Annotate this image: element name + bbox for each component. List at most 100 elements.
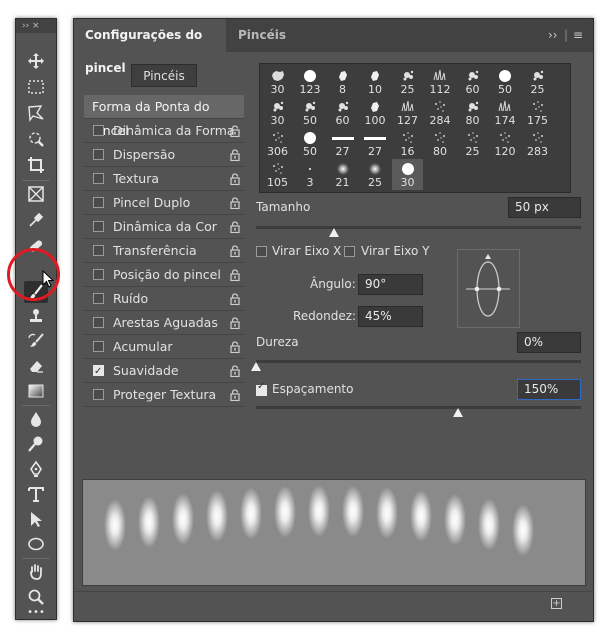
blur-tool-icon[interactable] bbox=[24, 408, 48, 430]
brush-preset-dots-icon[interactable]: 306 bbox=[262, 128, 293, 159]
clone-stamp-tool-icon[interactable] bbox=[24, 305, 48, 327]
size-slider-thumb[interactable] bbox=[329, 228, 339, 237]
spacing-checkbox[interactable] bbox=[256, 381, 267, 396]
brush-option-checkbox[interactable] bbox=[93, 125, 104, 136]
brush-preset-rough-icon[interactable]: 30 bbox=[262, 66, 293, 97]
brush-preset-round-selected-icon[interactable]: 30 bbox=[392, 159, 423, 190]
brush-option-item[interactable]: Posição do pincel bbox=[84, 263, 244, 287]
brush-option-item[interactable]: Arestas Aguadas bbox=[84, 311, 244, 335]
path-selection-tool-icon[interactable] bbox=[24, 508, 48, 530]
brush-preset-dots-icon[interactable]: 283 bbox=[522, 128, 553, 159]
frame-tool-icon[interactable] bbox=[24, 183, 48, 205]
brush-preset-splatter-icon[interactable]: 25 bbox=[392, 66, 423, 97]
brush-preset-soft-icon[interactable]: 25 bbox=[360, 159, 391, 190]
lasso-tool-icon[interactable] bbox=[24, 102, 48, 124]
brush-option-item[interactable]: Textura bbox=[84, 167, 244, 191]
brush-option-checkbox[interactable] bbox=[93, 317, 104, 328]
panel-collapse-icon[interactable]: ›› bbox=[548, 19, 558, 52]
size-slider-track[interactable] bbox=[256, 226, 581, 229]
lock-icon[interactable] bbox=[230, 221, 240, 233]
brush-option-item[interactable]: Dinâmica da Cor bbox=[84, 215, 244, 239]
brush-option-checkbox[interactable] bbox=[93, 269, 104, 280]
move-tool-icon[interactable] bbox=[24, 50, 48, 72]
tab-brushes[interactable]: Pincéis bbox=[238, 19, 286, 52]
spot-healing-tool-icon[interactable] bbox=[24, 235, 48, 257]
flip-y-checkbox[interactable] bbox=[344, 246, 355, 257]
brush-option-checkbox[interactable] bbox=[93, 197, 104, 208]
brush-option-item[interactable]: Forma da Ponta do Pincel bbox=[84, 95, 244, 138]
flip-x-checkbox[interactable] bbox=[256, 246, 267, 257]
hardness-slider-thumb[interactable] bbox=[251, 362, 261, 371]
brush-preset-round-icon[interactable]: 50 bbox=[295, 128, 326, 159]
brush-preset-splatter-icon[interactable]: 50 bbox=[295, 97, 326, 128]
lock-icon[interactable] bbox=[230, 125, 240, 137]
hand-tool-icon[interactable] bbox=[24, 561, 48, 583]
brush-preset-grass-icon[interactable]: 127 bbox=[392, 97, 423, 128]
brush-option-item[interactable]: Pincel Duplo bbox=[84, 191, 244, 215]
brush-preset-dots-icon[interactable]: 25 bbox=[457, 128, 488, 159]
brush-preset-splatter-icon[interactable]: 80 bbox=[457, 97, 488, 128]
lock-icon[interactable] bbox=[230, 245, 240, 257]
panel-menu-icon[interactable]: ≡ bbox=[573, 19, 583, 52]
new-brush-icon[interactable]: + bbox=[551, 598, 562, 609]
brush-preset-dots-icon[interactable]: 105 bbox=[262, 159, 293, 190]
eyedropper-tool-icon[interactable] bbox=[24, 209, 48, 231]
brush-preset-splatter-icon[interactable]: 60 bbox=[327, 97, 358, 128]
lock-icon[interactable] bbox=[230, 365, 240, 377]
brush-option-checkbox[interactable] bbox=[93, 149, 104, 160]
brush-preset-dots-icon[interactable]: 16 bbox=[392, 128, 423, 159]
brush-option-checkbox[interactable] bbox=[93, 221, 104, 232]
brush-preset-splat-icon[interactable]: 8 bbox=[327, 66, 358, 97]
brush-preset-grass-icon[interactable]: 112 bbox=[425, 66, 456, 97]
brush-preset-splat-icon[interactable]: 10 bbox=[360, 66, 391, 97]
brush-preset-dots-icon[interactable]: 120 bbox=[490, 128, 521, 159]
brush-preset-dots-icon[interactable]: 80 bbox=[425, 128, 456, 159]
brush-option-item[interactable]: Dinâmica da Forma bbox=[84, 119, 244, 143]
hardness-slider-track[interactable] bbox=[256, 360, 581, 363]
brush-preset-dots-icon[interactable]: 284 bbox=[425, 97, 456, 128]
brush-preset-tiny-icon[interactable]: 3 bbox=[295, 159, 326, 190]
gradient-tool-icon[interactable] bbox=[24, 380, 48, 402]
brush-preset-grass-icon[interactable]: 174 bbox=[490, 97, 521, 128]
brush-option-checkbox[interactable] bbox=[93, 360, 104, 384]
brush-preset-splat-icon[interactable]: 100 bbox=[360, 97, 391, 128]
brush-preset-line-icon[interactable]: 27 bbox=[360, 128, 391, 159]
lock-icon[interactable] bbox=[230, 269, 240, 281]
lock-icon[interactable] bbox=[230, 293, 240, 305]
dodge-tool-icon[interactable] bbox=[24, 433, 48, 455]
roundness-field[interactable]: 45% bbox=[358, 306, 423, 327]
lock-icon[interactable] bbox=[230, 341, 240, 353]
spacing-field[interactable]: 150% bbox=[517, 379, 581, 400]
brush-option-checkbox[interactable] bbox=[93, 173, 104, 184]
brush-preset-line-icon[interactable]: 27 bbox=[327, 128, 358, 159]
ellipse-tool-icon[interactable] bbox=[24, 533, 48, 555]
lock-icon[interactable] bbox=[230, 149, 240, 161]
spacing-slider-track[interactable] bbox=[256, 406, 581, 409]
angle-field[interactable]: 90° bbox=[358, 274, 423, 295]
brush-preset-round-icon[interactable]: 123 bbox=[295, 66, 326, 97]
brush-preset-dots-icon[interactable]: 175 bbox=[522, 97, 553, 128]
brush-preset-splatter-icon[interactable]: 25 bbox=[522, 66, 553, 97]
lock-icon[interactable] bbox=[230, 197, 240, 209]
crop-tool-icon[interactable] bbox=[24, 154, 48, 176]
brush-option-item[interactable]: Dispersão bbox=[84, 143, 244, 167]
brush-option-item[interactable]: Suavidade bbox=[84, 359, 244, 384]
brush-option-item[interactable]: Proteger Textura bbox=[84, 383, 244, 407]
brush-option-item[interactable]: Transferência bbox=[84, 239, 244, 263]
brush-preset-splatter-icon[interactable]: 60 bbox=[457, 66, 488, 97]
brush-angle-preview[interactable] bbox=[457, 249, 520, 328]
brush-option-checkbox[interactable] bbox=[93, 293, 104, 304]
lock-icon[interactable] bbox=[230, 389, 240, 401]
marquee-tool-icon[interactable] bbox=[24, 76, 48, 98]
history-brush-tool-icon[interactable] bbox=[24, 330, 48, 352]
brush-preset-soft-icon[interactable]: 21 bbox=[327, 159, 358, 190]
brush-option-checkbox[interactable] bbox=[93, 389, 104, 400]
quick-selection-tool-icon[interactable] bbox=[24, 128, 48, 150]
brush-preset-round-icon[interactable]: 50 bbox=[490, 66, 521, 97]
lock-icon[interactable] bbox=[230, 173, 240, 185]
brush-option-checkbox[interactable] bbox=[93, 341, 104, 352]
brush-preset-splatter-icon[interactable]: 30 bbox=[262, 97, 293, 128]
brush-option-checkbox[interactable] bbox=[93, 245, 104, 256]
toolbar-collapse[interactable]: ›› × bbox=[16, 19, 56, 33]
hardness-field[interactable]: 0% bbox=[517, 332, 581, 353]
